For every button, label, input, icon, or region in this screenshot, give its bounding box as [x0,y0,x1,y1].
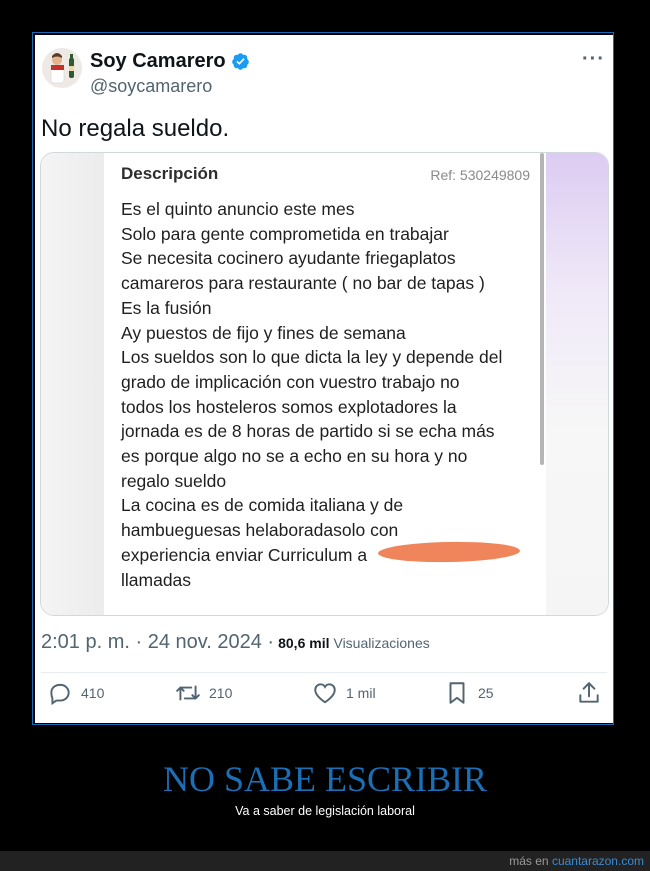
description-line: camareros para restaurante ( no bar de t… [121,273,485,294]
share-icon [579,682,599,703]
footer-prefix: más en [509,854,549,868]
author-name-row[interactable]: Soy Camarero [90,50,250,73]
tweet-text: No regala sueldo. [41,115,230,142]
action-bar: 410 210 1 mil 25 [35,680,613,714]
description-line: Solo para gente comprometida en trabajar [121,223,449,244]
description-line: grado de implicación con vuestro trabajo… [121,371,460,392]
view-count-label: Visualizaciones [333,635,430,651]
site-link[interactable]: cuantarazon.com [552,854,644,868]
heart-icon [314,683,336,704]
author-handle[interactable]: @soycamarero [90,76,212,97]
description-title: Descripción [121,164,219,183]
avatar[interactable] [42,48,82,88]
description-line: Ay puestos de fijo y fines de semana [121,322,406,343]
divider [41,672,607,673]
description-line: hambueguesas helaboradasolo con [121,520,399,541]
description-line: Los sueldos son lo que dicta la ley y de… [121,347,503,368]
description-line: Es el quinto anuncio este mes [121,199,355,219]
image-left-margin [41,153,104,615]
description-line: Es la fusión [121,297,212,318]
site-footer: más en cuantarazon.com [0,851,650,871]
caption-subline: Va a saber de legislación laboral [235,804,415,818]
description-line: es porque algo no se a echo en su hora y… [121,446,468,467]
author-name[interactable]: Soy Camarero [90,50,226,73]
verified-badge-icon [231,53,249,70]
like-count: 1 mil [346,685,376,701]
timestamp[interactable]: 2:01 p. m. · 24 nov. 2024 · [41,631,274,654]
description-line: jornada es de 8 horas de partido si se e… [121,421,495,442]
caption-headline: NO SABE ESCRIBIR [162,759,488,799]
reply-icon [50,683,70,706]
image-right-margin [546,153,608,615]
description-line: regalo sueldo [121,470,227,491]
like-button[interactable]: 1 mil [312,680,376,706]
bookmark-button[interactable]: 25 [444,680,494,706]
reply-button[interactable]: 410 [47,680,104,706]
tweet-card[interactable]: Soy Camarero @soycamarero ··· No regala … [35,35,613,723]
retweet-icon [176,685,200,701]
retweet-button[interactable]: 210 [175,680,232,706]
description-line: Se necesita cocinero ayudante friegaplat… [121,248,456,269]
description-line: La cocina es de comida italiana y de [121,495,404,516]
description-line: todos los hosteleros somos explotadores … [121,396,457,417]
bookmark-icon [449,682,465,704]
footer-text: más en cuantarazon.com [509,854,644,868]
more-options-icon[interactable]: ··· [582,48,605,71]
description-body: Es el quinto anuncio este mes Solo para … [121,197,541,592]
share-button[interactable] [576,680,602,706]
description-line: llamadas [121,569,192,590]
attached-image[interactable]: Descripción Ref: 530249809 Es el quinto … [40,152,609,616]
reference-number: Ref: 530249809 [430,167,530,183]
retweet-count: 210 [209,685,233,701]
view-count: 80,6 mil [278,635,330,651]
reply-count: 410 [81,685,105,701]
tweet-meta: 2:01 p. m. · 24 nov. 2024 · 80,6 mil Vis… [41,631,430,654]
bookmark-count: 25 [478,685,494,701]
